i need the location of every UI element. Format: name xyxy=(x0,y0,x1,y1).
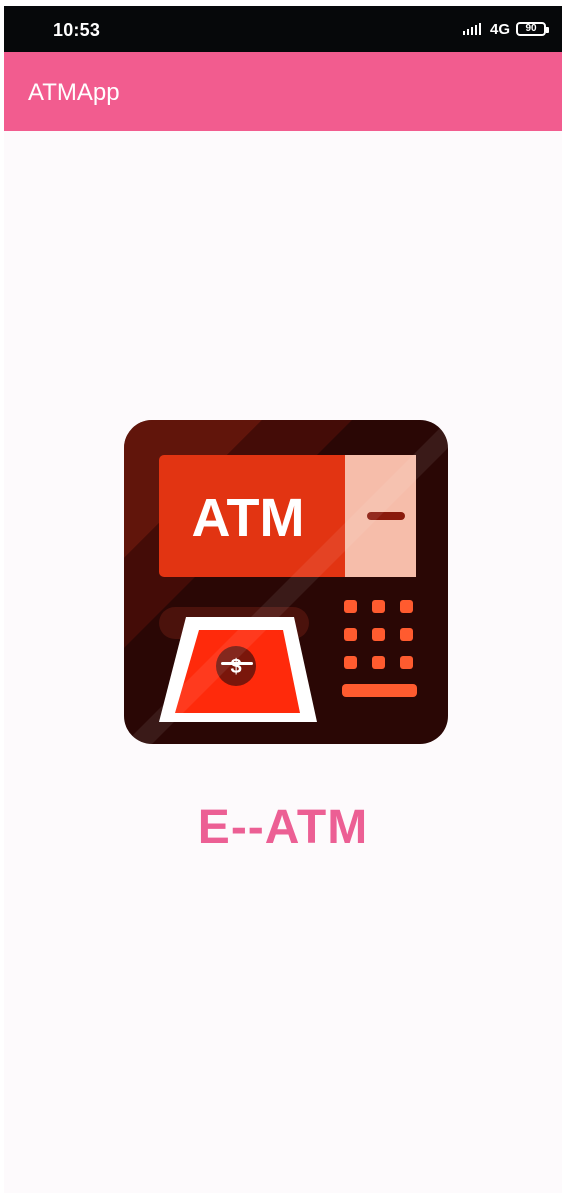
status-time: 10:53 xyxy=(53,20,101,40)
atm-logo-text: ATM xyxy=(192,488,305,548)
e-atm-title: E--ATM xyxy=(197,801,369,854)
status-bar: 10:53 4G 90 xyxy=(4,6,562,52)
status-indicators: 4G 90 xyxy=(462,19,549,39)
battery-icon: 90 xyxy=(516,22,549,36)
app-screen: 10:53 4G 90 ATMApp ATM $ E--ATM xyxy=(4,6,562,1193)
app-title: ATMApp xyxy=(28,79,120,106)
app-bar: ATMApp xyxy=(4,52,562,131)
signal-icon xyxy=(462,23,481,35)
network-type: 4G xyxy=(489,20,510,38)
battery-level: 90 xyxy=(525,23,537,34)
atm-machine-icon: ATM $ xyxy=(124,420,448,744)
